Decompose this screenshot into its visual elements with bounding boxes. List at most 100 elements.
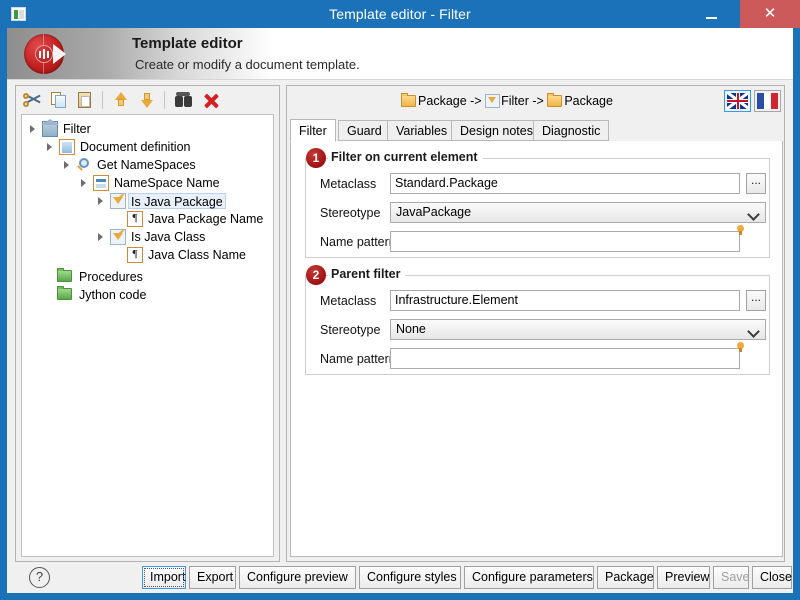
tab-variables[interactable]: Variables (387, 120, 457, 141)
application-window: Template editor - Filter ✕ Template edit… (0, 0, 800, 600)
close-dialog-button[interactable]: Close (752, 566, 792, 589)
configure-parameters-button[interactable]: Configure parameters (464, 566, 594, 589)
filter-icon (110, 193, 126, 209)
tree-node-label: NameSpace Name (114, 176, 220, 190)
paste-icon (74, 89, 96, 111)
tree-node-label: Jython code (79, 288, 147, 302)
chevron-down-icon (747, 208, 760, 221)
name-pattern-input[interactable] (390, 348, 740, 369)
import-button[interactable]: Import (142, 566, 186, 589)
tree-node-java-class-name[interactable]: ¶ Java Class Name (22, 246, 273, 264)
name-pattern-label: Name pattern (320, 352, 396, 366)
header-banner: Template editor Create or modify a docum… (7, 28, 793, 80)
editor-panel: Package -> Filter -> Package Filter Guar… (286, 85, 785, 562)
tree-node-jython-code[interactable]: Jython code (22, 286, 273, 304)
tree-node-label: Filter (63, 122, 91, 136)
page-icon (93, 175, 109, 191)
minimize-icon (706, 17, 717, 19)
page-subtitle: Create or modify a document template. (135, 57, 360, 72)
tree-node-java-package-name[interactable]: ¶ Java Package Name (22, 210, 273, 228)
configure-styles-button[interactable]: Configure styles (359, 566, 461, 589)
copy-button[interactable] (48, 89, 70, 111)
red-x-icon (200, 89, 222, 111)
move-up-button[interactable] (110, 89, 132, 111)
hint-bulb-icon (737, 342, 745, 353)
tree-node-filter[interactable]: Filter (22, 119, 273, 138)
metaclass-label: Metaclass (320, 294, 377, 308)
minimize-button[interactable] (692, 0, 734, 28)
metaclass-input[interactable]: Infrastructure.Element (390, 290, 740, 311)
breadcrumb-part-3: Package (564, 94, 613, 108)
window-title: Template editor - Filter (329, 6, 471, 22)
stereotype-value: JavaPackage (396, 205, 472, 219)
stereotype-label: Stereotype (320, 206, 381, 220)
fr-flag-icon (757, 93, 778, 109)
arrow-down-icon (136, 89, 158, 111)
product-logo (15, 32, 77, 76)
document-icon (59, 139, 75, 155)
tree-node-is-java-package[interactable]: Is Java Package (22, 192, 273, 210)
tree-view[interactable]: Filter Document definition Get NameSpace… (21, 114, 274, 557)
paste-button[interactable] (74, 89, 96, 111)
configure-preview-button[interactable]: Configure preview (239, 566, 356, 589)
tree-panel: Filter Document definition Get NameSpace… (15, 85, 280, 562)
tree-node-document-definition[interactable]: Document definition (22, 138, 273, 156)
step-badge-1: 1 (306, 148, 326, 168)
language-french-button[interactable] (754, 90, 781, 112)
client-area: Template editor Create or modify a docum… (7, 28, 793, 593)
tree-node-is-java-class[interactable]: Is Java Class (22, 228, 273, 246)
step-badge-2: 2 (306, 265, 326, 285)
cut-button[interactable] (22, 89, 44, 111)
move-down-button[interactable] (136, 89, 158, 111)
magnifier-icon (76, 157, 92, 173)
save-button[interactable]: Save (713, 566, 750, 589)
tree-node-procedures[interactable]: Procedures (22, 268, 273, 286)
page-title: Template editor (132, 35, 243, 52)
paragraph-icon: ¶ (127, 247, 143, 263)
group-parent-filter: 2 Parent filter Metaclass Infrastructure… (305, 265, 770, 375)
metaclass-input[interactable]: Standard.Package (390, 173, 740, 194)
group-title: Filter on current element (328, 150, 483, 164)
group-title: Parent filter (328, 267, 406, 281)
tab-strip: Filter Guard Variables Design notes Diag… (290, 119, 783, 142)
delete-button[interactable] (200, 89, 222, 111)
tab-guard[interactable]: Guard (338, 120, 391, 141)
tab-design-notes[interactable]: Design notes (451, 120, 542, 141)
help-button[interactable]: ? (29, 567, 50, 588)
tree-node-label: Procedures (79, 270, 143, 284)
tab-filter[interactable]: Filter (290, 119, 336, 142)
binoculars-icon (172, 89, 194, 111)
package-button[interactable]: Package (597, 566, 654, 589)
breadcrumb: Package -> Filter -> Package (287, 91, 727, 111)
folder-icon (547, 93, 563, 107)
folder-green-icon (57, 286, 72, 300)
tree-node-namespace-name[interactable]: NameSpace Name (22, 174, 273, 192)
copy-icon (48, 89, 70, 111)
stereotype-value: None (396, 322, 426, 336)
stereotype-select[interactable]: JavaPackage (390, 202, 766, 223)
name-pattern-label: Name pattern (320, 235, 396, 249)
group-filter-on-current-element: 1 Filter on current element Metaclass St… (305, 148, 770, 258)
paragraph-icon: ¶ (127, 211, 143, 227)
tree-node-label: Document definition (80, 140, 191, 154)
metaclass-browse-button[interactable]: ... (746, 173, 766, 194)
metaclass-browse-button[interactable]: ... (746, 290, 766, 311)
stereotype-select[interactable]: None (390, 319, 766, 340)
export-button[interactable]: Export (189, 566, 236, 589)
tab-diagnostic[interactable]: Diagnostic (533, 120, 610, 141)
tree-node-label: Get NameSpaces (97, 158, 196, 172)
bottom-button-bar: ? Import Export Configure preview Config… (7, 562, 793, 593)
tree-node-label: Is Java Class (131, 230, 206, 244)
name-pattern-input[interactable] (390, 231, 740, 252)
chevron-down-icon (747, 325, 760, 338)
language-english-button[interactable] (724, 90, 751, 112)
find-button[interactable] (172, 89, 194, 111)
house-icon (41, 119, 59, 137)
tree-node-get-namespaces[interactable]: Get NameSpaces (22, 156, 273, 174)
close-icon: ✕ (763, 5, 777, 22)
close-button[interactable]: ✕ (740, 0, 800, 28)
tree-node-label: Is Java Package (128, 193, 226, 209)
filter-icon (110, 229, 126, 245)
preview-button[interactable]: Preview (657, 566, 710, 589)
folder-icon (401, 93, 417, 107)
